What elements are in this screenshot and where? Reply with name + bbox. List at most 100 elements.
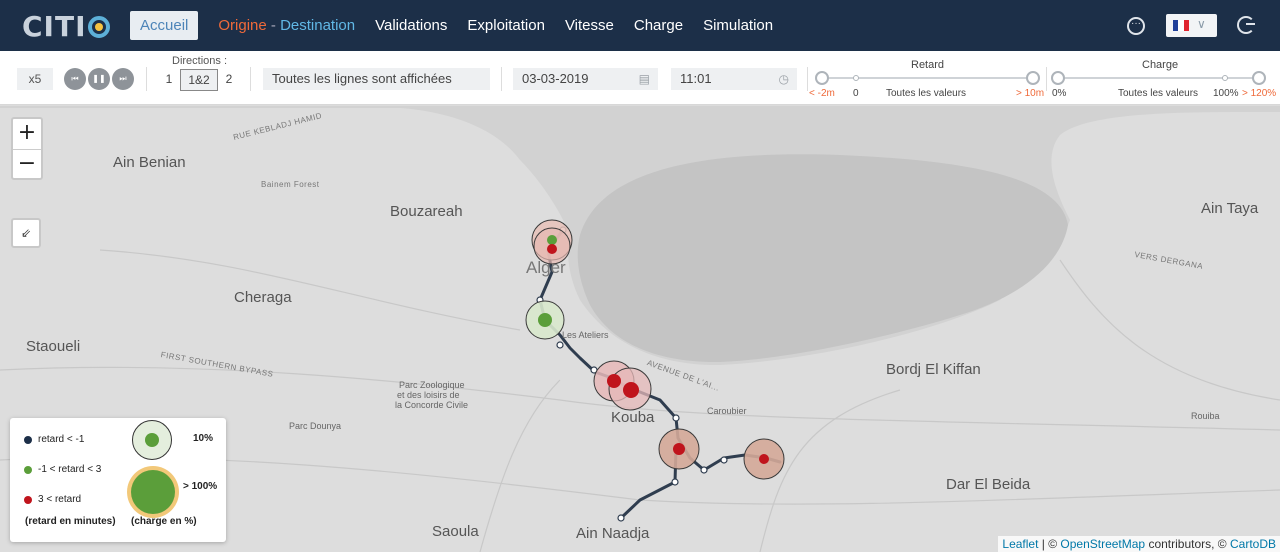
place-dar-el-beida: Dar El Beida xyxy=(946,476,1031,493)
menu-dash: - xyxy=(270,17,276,34)
divider xyxy=(250,67,251,91)
charge-max-label: > 120% xyxy=(1242,88,1277,99)
retard-slider-max-handle[interactable] xyxy=(1026,71,1040,85)
top-navbar: CITI Accueil Origine - Destination Valid… xyxy=(0,0,1280,51)
direction-1-button[interactable]: 1 xyxy=(160,69,178,91)
menu-destination-label: Destination xyxy=(280,17,356,34)
logo-o-icon xyxy=(88,15,111,38)
menu-charge[interactable]: Charge xyxy=(634,11,683,40)
date-input[interactable]: 03-03-2019 ▤ xyxy=(513,68,658,90)
divider xyxy=(1046,67,1047,91)
place-rouiba: Rouiba xyxy=(1191,411,1220,421)
attribution-contrib: contributors, © xyxy=(1145,537,1230,551)
charge-slider-max-handle[interactable] xyxy=(1252,71,1266,85)
vehicle-status-dot xyxy=(547,235,557,245)
directions-label: Directions : xyxy=(172,55,228,67)
time-input[interactable]: 11:01 ◷ xyxy=(671,68,797,90)
place-saoula: Saoula xyxy=(432,523,479,540)
map-attribution: Leaflet | © OpenStreetMap contributors, … xyxy=(998,536,1280,552)
charge-slider-min-handle[interactable] xyxy=(1051,71,1065,85)
fast-forward-icon[interactable]: ⏭ xyxy=(112,68,134,90)
pause-icon[interactable]: ❚❚ xyxy=(88,68,110,90)
place-parc-zoo-2: et des loisirs de xyxy=(397,390,460,400)
retard-slider-tick xyxy=(853,75,859,81)
divider xyxy=(807,67,808,91)
charge-high-bubble-icon xyxy=(127,466,179,518)
place-parc-dounya: Parc Dounya xyxy=(289,421,342,431)
fullscreen-icon[interactable]: ⇙ xyxy=(11,218,41,248)
legend-charge-note: (charge en %) xyxy=(131,516,197,527)
menu-origine-label: Origine xyxy=(218,17,267,34)
vehicle-status-dot xyxy=(623,382,639,398)
legend-row-early: retard < -1 xyxy=(38,434,85,445)
charge-slider-track[interactable] xyxy=(1058,77,1260,79)
vehicle-status-dot xyxy=(538,313,552,327)
retard-slider-title: Retard xyxy=(911,59,945,71)
zoom-out-button[interactable]: − xyxy=(13,149,41,179)
place-alger: Alger xyxy=(526,258,566,277)
legend-row-ontime: -1 < retard < 3 xyxy=(38,464,102,475)
place-cheraga: Cheraga xyxy=(234,289,292,306)
charge-100-label: 100% xyxy=(1213,88,1239,99)
legend-retard-note: (retard en minutes) xyxy=(25,516,116,527)
place-caroubier: Caroubier xyxy=(707,406,747,416)
retard-slider-min-handle[interactable] xyxy=(815,71,829,85)
chat-icon[interactable]: ··· xyxy=(1127,17,1145,35)
early-dot-icon xyxy=(24,436,32,444)
citio-logo[interactable]: CITI xyxy=(22,10,111,43)
language-select[interactable]: ∨ xyxy=(1166,14,1217,37)
menu-simulation[interactable]: Simulation xyxy=(703,11,773,40)
vehicle-status-dot xyxy=(673,443,685,455)
rewind-icon[interactable]: ⏮ xyxy=(64,68,86,90)
retard-all-label: Toutes les valeurs xyxy=(886,88,967,99)
menu-exploitation[interactable]: Exploitation xyxy=(467,11,545,40)
time-value: 11:01 xyxy=(680,71,712,86)
direction-2-button[interactable]: 2 xyxy=(220,69,238,91)
direction-both-button[interactable]: 1&2 xyxy=(180,69,218,91)
zoom-control: + − xyxy=(11,117,43,180)
charge-all-label: Toutes les valeurs xyxy=(1118,88,1199,99)
leaflet-link[interactable]: Leaflet xyxy=(1002,537,1038,551)
logout-icon[interactable] xyxy=(1237,16,1255,34)
map-legend: retard < -1 -1 < retard < 3 3 < retard (… xyxy=(10,418,226,542)
osm-link[interactable]: OpenStreetMap xyxy=(1060,537,1145,551)
menu-vitesse[interactable]: Vitesse xyxy=(565,11,614,40)
place-ain-benian: Ain Benian xyxy=(113,154,186,171)
retard-min-label: < -2m xyxy=(809,88,835,99)
charge-low-bubble-icon xyxy=(132,420,172,460)
bay xyxy=(577,154,1068,363)
place-les-ateliers: Les Ateliers xyxy=(562,330,609,340)
place-bordj-el-kiffan: Bordj El Kiffan xyxy=(886,361,981,378)
zoom-in-button[interactable]: + xyxy=(13,119,41,149)
stop-marker xyxy=(671,478,679,486)
calendar-icon[interactable]: ▤ xyxy=(639,68,650,90)
place-kouba: Kouba xyxy=(611,409,655,426)
menu-validations[interactable]: Validations xyxy=(375,11,447,40)
divider xyxy=(146,67,147,91)
place-bouzareah: Bouzareah xyxy=(390,203,463,220)
clock-icon[interactable]: ◷ xyxy=(779,68,789,90)
control-toolbar: x5 ⏮ ❚❚ ⏭ Directions : 1 1&2 2 Toutes le… xyxy=(0,51,1280,105)
lines-select[interactable]: Toutes les lignes sont affichées xyxy=(263,68,490,90)
speed-button[interactable]: x5 xyxy=(17,68,53,90)
place-ain-naadja: Ain Naadja xyxy=(576,525,650,542)
charge-min-label: 0% xyxy=(1052,88,1067,99)
main-menu: Accueil Origine - Destination Validation… xyxy=(130,11,793,40)
place-parc-zoo-3: la Concorde Civile xyxy=(395,400,469,410)
vehicle-status-dot xyxy=(607,374,621,388)
divider xyxy=(501,67,502,91)
cartodb-link[interactable]: CartoDB xyxy=(1230,537,1276,551)
stop-marker xyxy=(720,456,728,464)
menu-origine-destination[interactable]: Origine - Destination xyxy=(218,11,355,40)
stop-marker xyxy=(672,414,680,422)
date-value: 03-03-2019 xyxy=(522,71,589,86)
menu-accueil[interactable]: Accueil xyxy=(130,11,199,40)
charge-slider-tick xyxy=(1222,75,1228,81)
stop-marker xyxy=(617,514,625,522)
legend-charge-low: 10% xyxy=(193,433,214,444)
french-flag-icon xyxy=(1173,20,1189,31)
retard-max-label: > 10m xyxy=(1016,88,1045,99)
stop-marker xyxy=(700,466,708,474)
stop-marker xyxy=(556,341,564,349)
legend-row-late: 3 < retard xyxy=(38,494,82,505)
